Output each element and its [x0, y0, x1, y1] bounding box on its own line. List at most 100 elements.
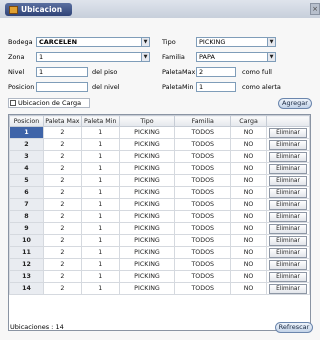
cell-familia[interactable]: TODOS	[174, 222, 232, 235]
nivel-input[interactable]: 1	[36, 67, 88, 77]
eliminar-button[interactable]: Eliminar	[268, 163, 307, 174]
eliminar-button[interactable]: Eliminar	[268, 271, 307, 282]
table-row[interactable]: 3 2 1 PICKING TODOS NO Eliminar	[9, 150, 311, 163]
cell-paleta-min[interactable]: 1	[80, 222, 120, 235]
paletamax-input[interactable]: 2	[196, 67, 236, 77]
eliminar-button[interactable]: Eliminar	[268, 151, 307, 162]
cell-tipo[interactable]: PICKING	[118, 282, 176, 295]
cell-paleta-max[interactable]: 2	[42, 174, 82, 187]
cell-carga[interactable]: NO	[230, 246, 267, 259]
cell-carga[interactable]: NO	[230, 174, 267, 187]
table-row[interactable]: 7 2 1 PICKING TODOS NO Eliminar	[9, 198, 311, 211]
ubicacion-carga-checkbox[interactable]: Ubicacion de Carga	[8, 98, 90, 108]
cell-paleta-max[interactable]: 2	[42, 198, 82, 211]
checkbox-box[interactable]	[10, 100, 16, 106]
cell-tipo[interactable]: PICKING	[118, 234, 176, 247]
table-row[interactable]: 10 2 1 PICKING TODOS NO Eliminar	[9, 234, 311, 247]
eliminar-button[interactable]: Eliminar	[268, 199, 307, 210]
table-row[interactable]: 8 2 1 PICKING TODOS NO Eliminar	[9, 210, 311, 223]
table-row[interactable]: 5 2 1 PICKING TODOS NO Eliminar	[9, 174, 311, 187]
cell-posicion[interactable]: 14	[9, 282, 44, 295]
cell-paleta-min[interactable]: 1	[80, 126, 120, 139]
chevron-down-icon[interactable]: ▼	[267, 38, 275, 46]
cell-carga[interactable]: NO	[230, 138, 267, 151]
eliminar-button[interactable]: Eliminar	[268, 139, 307, 150]
cell-familia[interactable]: TODOS	[174, 234, 232, 247]
cell-familia[interactable]: TODOS	[174, 282, 232, 295]
cell-paleta-min[interactable]: 1	[80, 198, 120, 211]
cell-posicion[interactable]: 1	[9, 126, 44, 139]
column-header-posicion[interactable]: Posicion	[9, 115, 44, 127]
cell-carga[interactable]: NO	[230, 258, 267, 271]
cell-familia[interactable]: TODOS	[174, 138, 232, 151]
cell-paleta-max[interactable]: 2	[42, 234, 82, 247]
cell-tipo[interactable]: PICKING	[118, 126, 176, 139]
table-row[interactable]: 14 2 1 PICKING TODOS NO Eliminar	[9, 282, 311, 295]
eliminar-button[interactable]: Eliminar	[268, 187, 307, 198]
refrescar-button[interactable]: Refrescar	[275, 322, 313, 333]
cell-paleta-max[interactable]: 2	[42, 210, 82, 223]
cell-tipo[interactable]: PICKING	[118, 246, 176, 259]
chevron-down-icon[interactable]: ▼	[141, 53, 149, 61]
cell-paleta-min[interactable]: 1	[80, 258, 120, 271]
eliminar-button[interactable]: Eliminar	[268, 259, 307, 270]
cell-paleta-max[interactable]: 2	[42, 258, 82, 271]
cell-paleta-max[interactable]: 2	[42, 162, 82, 175]
cell-tipo[interactable]: PICKING	[118, 258, 176, 271]
cell-familia[interactable]: TODOS	[174, 198, 232, 211]
cell-familia[interactable]: TODOS	[174, 186, 232, 199]
cell-paleta-max[interactable]: 2	[42, 282, 82, 295]
cell-paleta-min[interactable]: 1	[80, 210, 120, 223]
table-row[interactable]: 13 2 1 PICKING TODOS NO Eliminar	[9, 270, 311, 283]
cell-familia[interactable]: TODOS	[174, 126, 232, 139]
cell-tipo[interactable]: PICKING	[118, 150, 176, 163]
cell-posicion[interactable]: 7	[9, 198, 44, 211]
cell-carga[interactable]: NO	[230, 270, 267, 283]
cell-paleta-min[interactable]: 1	[80, 150, 120, 163]
column-header-paleta-max[interactable]: Paleta Max	[42, 115, 82, 127]
table-row[interactable]: 6 2 1 PICKING TODOS NO Eliminar	[9, 186, 311, 199]
cell-paleta-max[interactable]: 2	[42, 126, 82, 139]
agregar-button[interactable]: Agregar	[278, 98, 312, 109]
cell-paleta-max[interactable]: 2	[42, 186, 82, 199]
cell-paleta-max[interactable]: 2	[42, 150, 82, 163]
cell-familia[interactable]: TODOS	[174, 258, 232, 271]
cell-tipo[interactable]: PICKING	[118, 138, 176, 151]
table-row[interactable]: 2 2 1 PICKING TODOS NO Eliminar	[9, 138, 311, 151]
cell-paleta-max[interactable]: 2	[42, 222, 82, 235]
eliminar-button[interactable]: Eliminar	[268, 211, 307, 222]
zona-select[interactable]: 1 ▼	[36, 52, 150, 62]
cell-paleta-min[interactable]: 1	[80, 174, 120, 187]
cell-paleta-min[interactable]: 1	[80, 234, 120, 247]
cell-paleta-min[interactable]: 1	[80, 270, 120, 283]
cell-paleta-min[interactable]: 1	[80, 162, 120, 175]
table-row[interactable]: 12 2 1 PICKING TODOS NO Eliminar	[9, 258, 311, 271]
cell-tipo[interactable]: PICKING	[118, 162, 176, 175]
cell-paleta-min[interactable]: 1	[80, 138, 120, 151]
cell-posicion[interactable]: 9	[9, 222, 44, 235]
column-header-familia[interactable]: Familia	[174, 115, 232, 127]
chevron-down-icon[interactable]: ▼	[141, 38, 149, 46]
cell-carga[interactable]: NO	[230, 234, 267, 247]
eliminar-button[interactable]: Eliminar	[268, 175, 307, 186]
cell-tipo[interactable]: PICKING	[118, 174, 176, 187]
cell-familia[interactable]: TODOS	[174, 162, 232, 175]
table-row[interactable]: 9 2 1 PICKING TODOS NO Eliminar	[9, 222, 311, 235]
cell-familia[interactable]: TODOS	[174, 150, 232, 163]
cell-posicion[interactable]: 6	[9, 186, 44, 199]
cell-paleta-max[interactable]: 2	[42, 138, 82, 151]
eliminar-button[interactable]: Eliminar	[268, 127, 307, 138]
cell-posicion[interactable]: 2	[9, 138, 44, 151]
tipo-select[interactable]: PICKING ▼	[196, 37, 276, 47]
column-header-tipo[interactable]: Tipo	[118, 115, 176, 127]
eliminar-button[interactable]: Eliminar	[268, 247, 307, 258]
bodega-select[interactable]: CARCELEN ▼	[36, 37, 150, 47]
cell-tipo[interactable]: PICKING	[118, 186, 176, 199]
cell-carga[interactable]: NO	[230, 222, 267, 235]
cell-tipo[interactable]: PICKING	[118, 198, 176, 211]
cell-posicion[interactable]: 4	[9, 162, 44, 175]
cell-tipo[interactable]: PICKING	[118, 222, 176, 235]
cell-carga[interactable]: NO	[230, 162, 267, 175]
cell-carga[interactable]: NO	[230, 282, 267, 295]
cell-paleta-max[interactable]: 2	[42, 246, 82, 259]
